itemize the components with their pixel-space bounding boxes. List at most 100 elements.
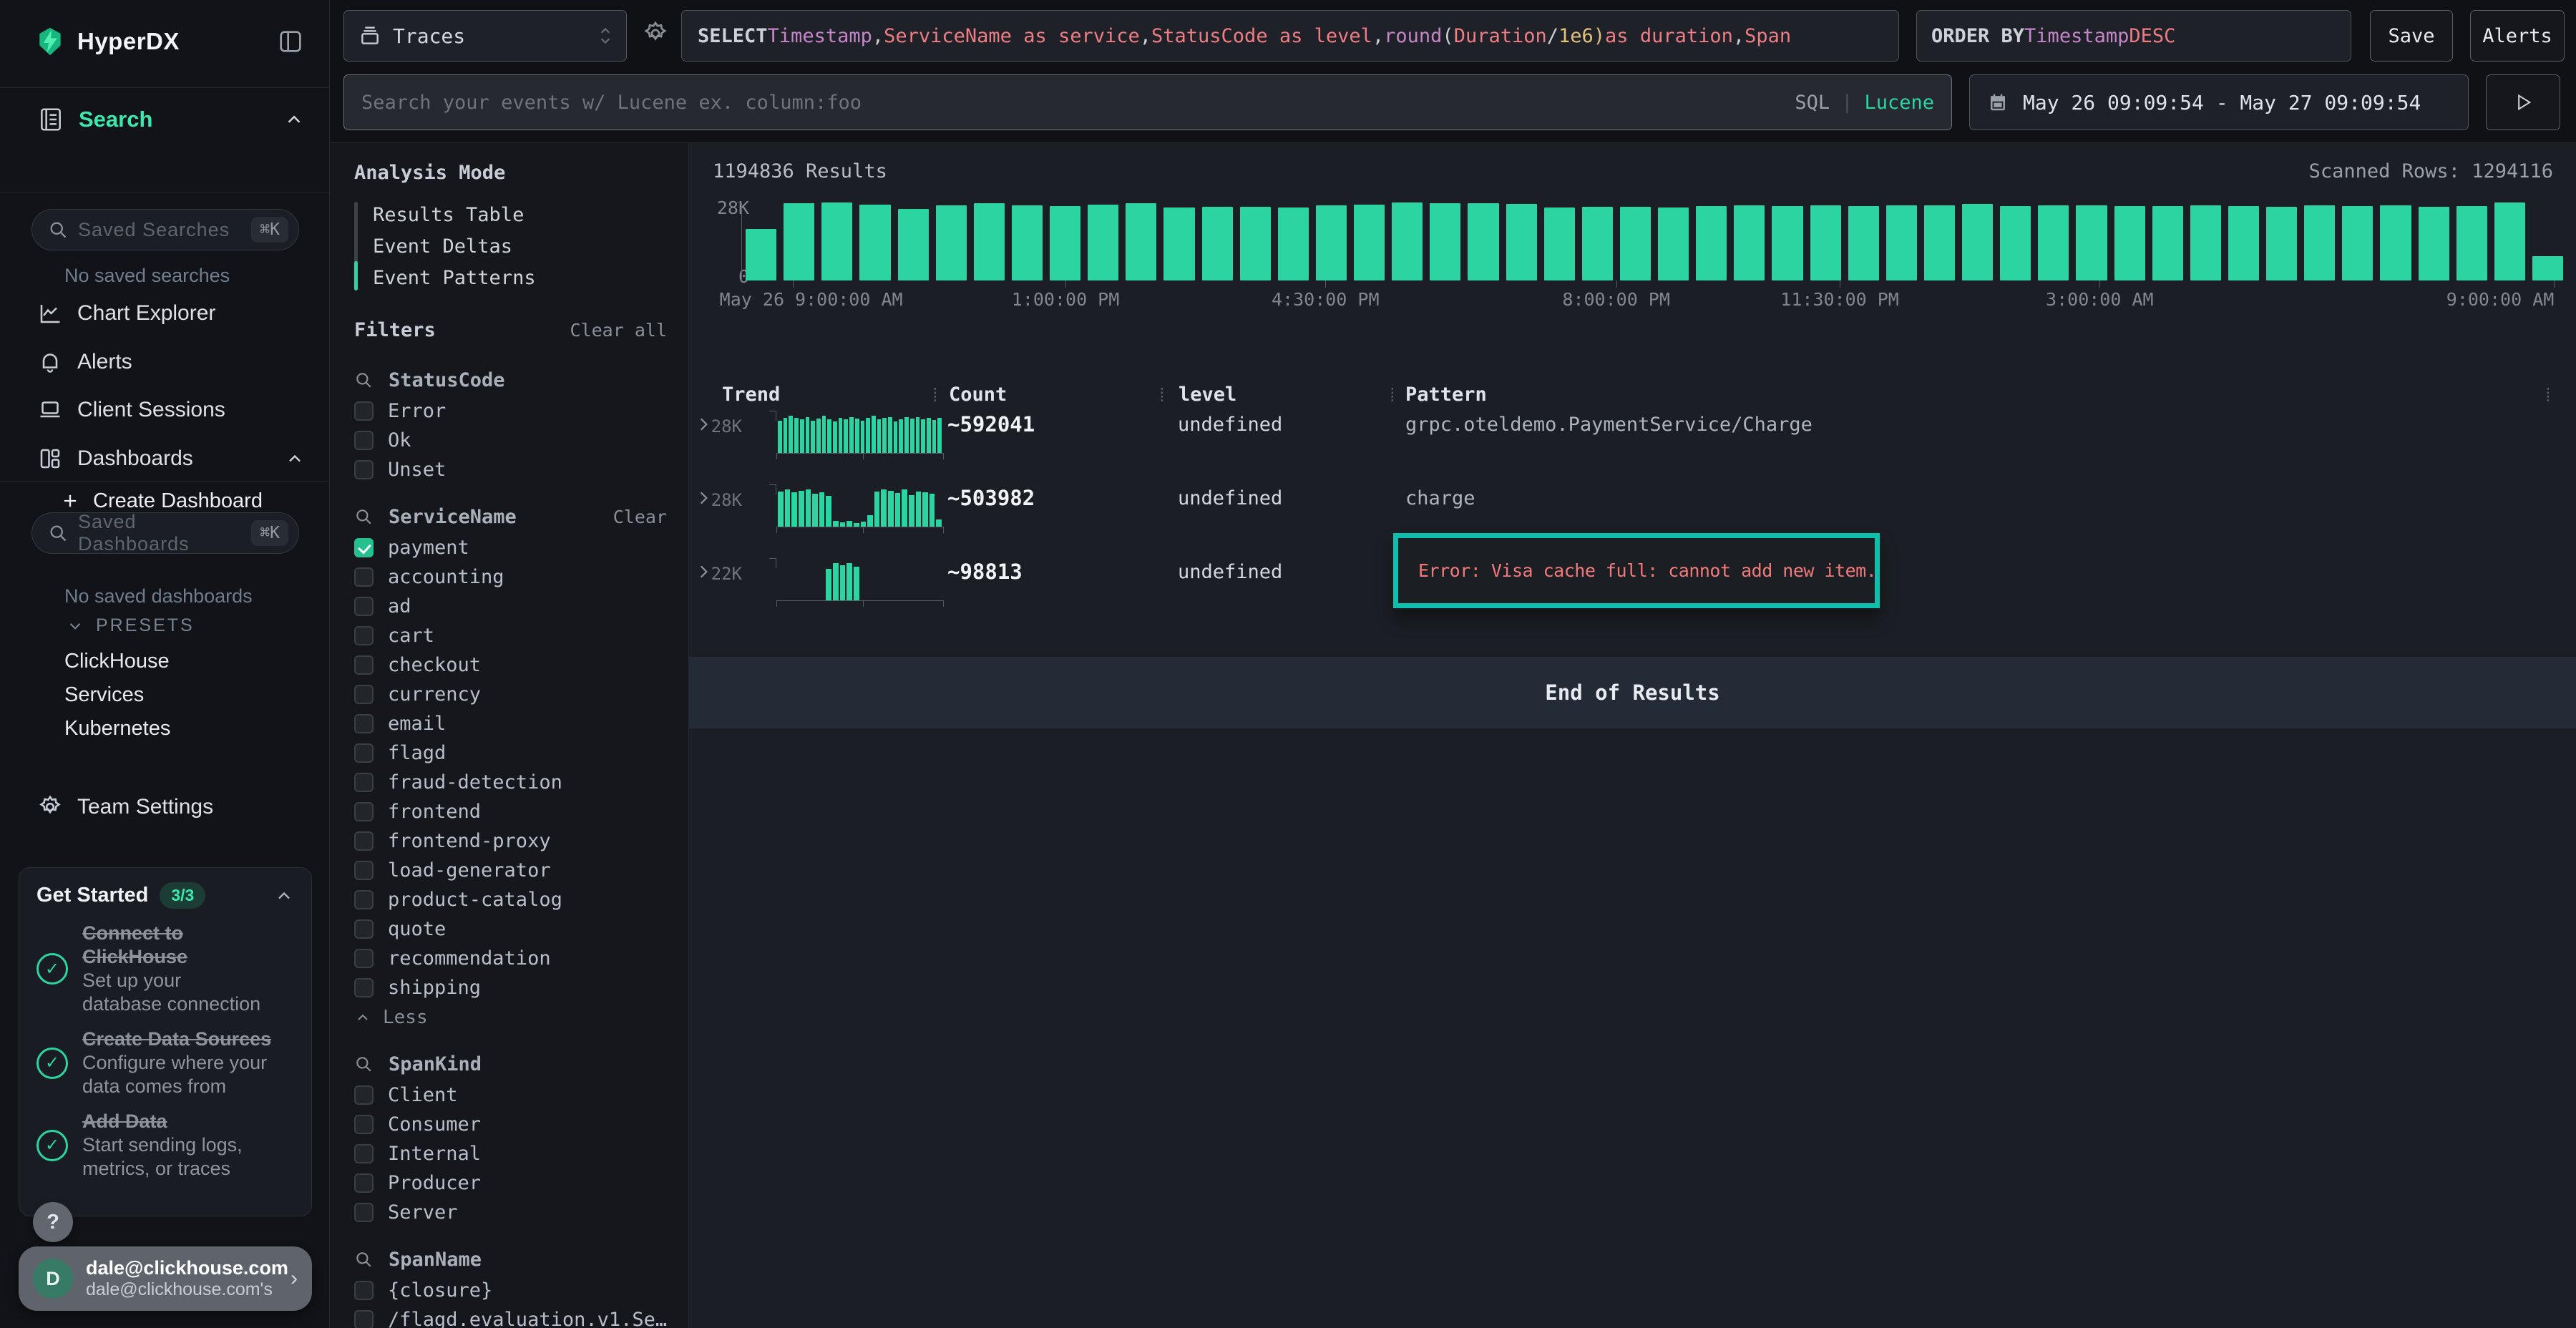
get-started-step-datasources[interactable]: ✓ Create Data Sources Configure where yo… — [36, 1027, 294, 1098]
checkbox[interactable] — [354, 1203, 374, 1222]
checkbox[interactable] — [354, 890, 374, 909]
filter-option-label: currency — [388, 683, 481, 706]
filter-option-flagd[interactable]: flagd — [354, 738, 667, 768]
checkbox[interactable] — [354, 978, 374, 997]
highlighted-pattern-box[interactable]: Error: Visa cache full: cannot add new i… — [1393, 533, 1880, 608]
filter-option-shipping[interactable]: shipping — [354, 973, 667, 1002]
get-started-step-connect[interactable]: ✓ Connect to ClickHouse Set up your data… — [36, 922, 294, 1016]
checkbox[interactable] — [354, 1281, 374, 1300]
checkbox[interactable] — [354, 1173, 374, 1193]
checkbox[interactable] — [354, 685, 374, 704]
sparkline-bar — [861, 421, 865, 453]
checkbox[interactable] — [354, 743, 374, 763]
clear-all-filters-button[interactable]: Clear all — [570, 320, 667, 341]
pattern-text: grpc.oteldemo.PaymentService/Charge — [1405, 414, 1813, 436]
filter-option-{closure}[interactable]: {closure} — [354, 1276, 667, 1305]
sidebar-item-label: Alerts — [77, 350, 305, 374]
lucene-search-input[interactable]: Search your events w/ Lucene ex. column:… — [343, 74, 1952, 130]
checkbox[interactable] — [354, 655, 374, 675]
filter-group-clear-button[interactable]: Clear — [613, 507, 667, 527]
checkbox[interactable] — [354, 1115, 374, 1134]
date-range-picker[interactable]: May 26 09:09:54 - May 27 09:09:54 — [1969, 74, 2469, 130]
checkbox[interactable] — [354, 1310, 374, 1328]
show-less-button[interactable]: Less — [354, 1002, 667, 1032]
sparkline-bar — [822, 416, 826, 453]
checkbox[interactable] — [354, 401, 374, 421]
sidebar-collapse-icon[interactable] — [276, 27, 305, 56]
filter-option-ad[interactable]: ad — [354, 592, 667, 621]
save-button[interactable]: Save — [2370, 10, 2453, 62]
filter-option-Server[interactable]: Server — [354, 1198, 667, 1227]
no-saved-dashboards-note: No saved dashboards — [64, 585, 253, 607]
checkbox[interactable] — [354, 1144, 374, 1163]
sidebar-item-clickhouse[interactable]: ClickHouse — [64, 650, 170, 673]
checkbox[interactable] — [354, 567, 374, 587]
pattern-row[interactable]: 28K~592041undefinedgrpc.oteldemo.Payment… — [689, 401, 2576, 474]
filter-option-Consumer[interactable]: Consumer — [354, 1110, 667, 1139]
filter-option-quote[interactable]: quote — [354, 914, 667, 944]
checkbox[interactable] — [354, 597, 374, 616]
chevron-up-icon[interactable] — [274, 886, 294, 906]
mode-event-deltas[interactable]: Event Deltas — [373, 230, 667, 262]
checkbox[interactable] — [354, 431, 374, 450]
filter-option-Ok[interactable]: Ok — [354, 426, 667, 455]
help-button[interactable]: ? — [33, 1202, 73, 1242]
filter-option-frontend-proxy[interactable]: frontend-proxy — [354, 826, 667, 856]
order-by-editor[interactable]: ORDER BY Timestamp DESC — [1916, 10, 2351, 62]
filter-option-fraud-detection[interactable]: fraud-detection — [354, 768, 667, 797]
run-query-button[interactable] — [2486, 74, 2560, 130]
pattern-row[interactable]: 22K~98813undefinedError: Visa cache full… — [689, 548, 2576, 622]
sidebar-item-team-settings[interactable]: Team Settings — [0, 787, 329, 827]
checkbox[interactable] — [354, 460, 374, 479]
checkbox[interactable] — [354, 1085, 374, 1105]
checkbox[interactable] — [354, 861, 374, 880]
checkbox[interactable] — [354, 949, 374, 968]
mode-event-patterns[interactable]: Event Patterns — [373, 262, 667, 293]
sidebar-item-client-sessions[interactable]: Client Sessions — [0, 390, 329, 430]
checkbox[interactable] — [354, 538, 374, 557]
filter-option-Client[interactable]: Client — [354, 1080, 667, 1110]
filter-option-accounting[interactable]: accounting — [354, 562, 667, 592]
filter-option-currency[interactable]: currency — [354, 680, 667, 709]
checkbox[interactable] — [354, 773, 374, 792]
sidebar-item-alerts[interactable]: Alerts — [0, 342, 329, 382]
filter-option-product-catalog[interactable]: product-catalog — [354, 885, 667, 914]
filter-option-Internal[interactable]: Internal — [354, 1139, 667, 1168]
filter-option-Error[interactable]: Error — [354, 396, 667, 426]
source-settings-gear-icon[interactable] — [642, 20, 669, 47]
presets-toggle[interactable]: PRESETS — [66, 615, 195, 636]
sidebar-item-chart-explorer[interactable]: Chart Explorer — [0, 293, 329, 333]
sidebar-item-services[interactable]: Services — [64, 683, 144, 707]
filter-option-label: Producer — [388, 1172, 481, 1194]
language-toggle-sql[interactable]: SQL — [1795, 92, 1830, 114]
checkbox[interactable] — [354, 714, 374, 733]
user-account-chip[interactable]: D dale@clickhouse.com dale@clickhouse.co… — [19, 1246, 312, 1311]
filter-option-load-generator[interactable]: load-generator — [354, 856, 667, 885]
mode-results-table[interactable]: Results Table — [373, 199, 667, 230]
alerts-button[interactable]: Alerts — [2470, 10, 2565, 62]
checkbox[interactable] — [354, 831, 374, 851]
language-toggle-lucene[interactable]: Lucene — [1864, 92, 1934, 114]
filter-option-payment[interactable]: payment — [354, 533, 667, 562]
filter-option-Unset[interactable]: Unset — [354, 455, 667, 484]
filter-option-email[interactable]: email — [354, 709, 667, 738]
filter-option-recommendation[interactable]: recommendation — [354, 944, 667, 973]
sidebar-item-dashboards[interactable]: Dashboards — [0, 439, 329, 479]
search-icon — [48, 220, 68, 240]
checkbox[interactable] — [354, 802, 374, 821]
filter-option-/flagd.evaluation.v1.Se…[interactable]: /flagd.evaluation.v1.Se… — [354, 1305, 667, 1328]
sql-query-editor[interactable]: SELECT Timestamp, ServiceName as service… — [681, 10, 1899, 62]
filter-group-StatusCode: StatusCodeErrorOkUnset — [354, 363, 667, 484]
saved-searches-input[interactable]: Saved Searches ⌘K — [31, 209, 299, 250]
sidebar-item-kubernetes[interactable]: Kubernetes — [64, 717, 170, 741]
get-started-step-add-data[interactable]: ✓ Add Data Start sending logs, metrics, … — [36, 1110, 294, 1181]
checkbox[interactable] — [354, 919, 374, 939]
filter-option-checkout[interactable]: checkout — [354, 650, 667, 680]
filter-option-Producer[interactable]: Producer — [354, 1168, 667, 1198]
source-select[interactable]: Traces — [343, 10, 627, 62]
filter-option-frontend[interactable]: frontend — [354, 797, 667, 826]
filter-option-cart[interactable]: cart — [354, 621, 667, 650]
sidebar-item-search[interactable]: Search — [0, 97, 329, 142]
saved-dashboards-input[interactable]: Saved Dashboards ⌘K — [31, 512, 299, 554]
checkbox[interactable] — [354, 626, 374, 645]
